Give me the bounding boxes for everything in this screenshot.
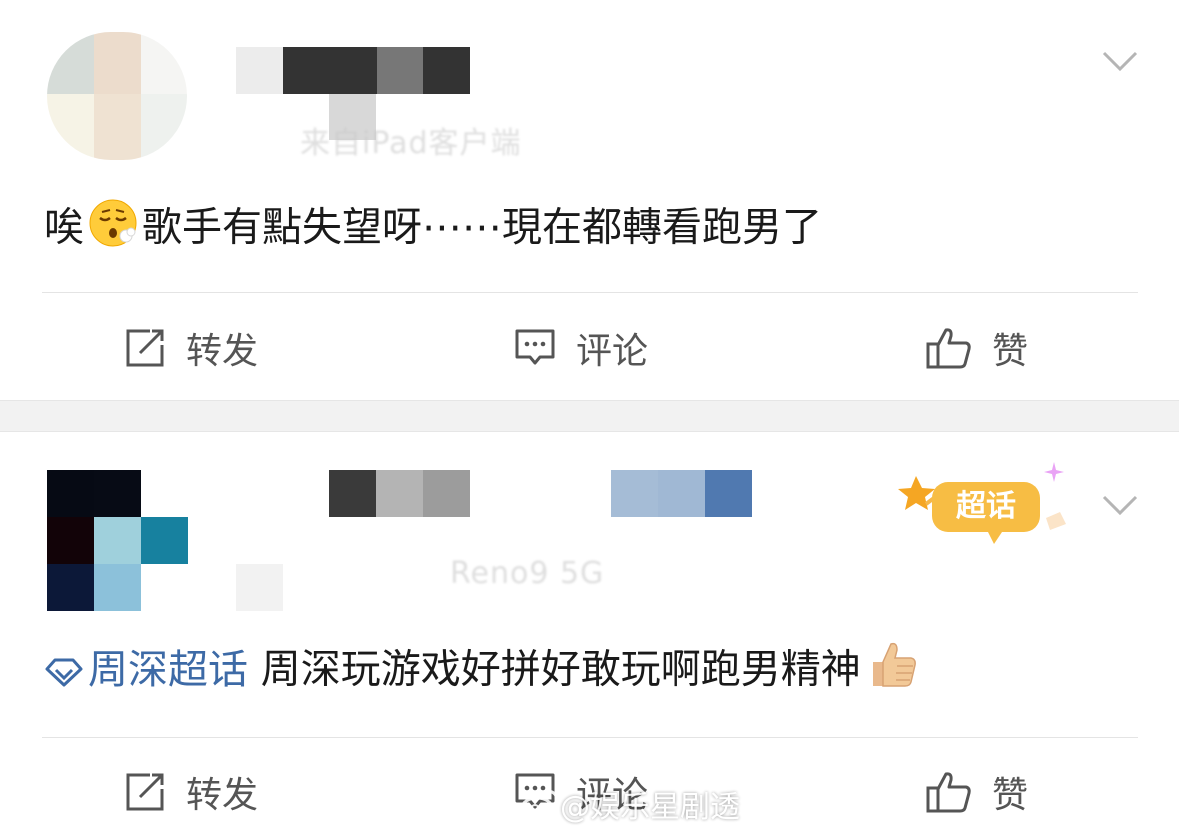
comment-body: 周深玩游戏好拼好敢玩啊跑男精神 [260,646,861,693]
face-exhaling-emoji [88,198,138,261]
post-meta: 来自iPad客户端 [300,126,522,161]
super-topic-link[interactable]: 周深超话 [44,647,248,693]
repost-icon [126,329,164,367]
badge-label: 超话 [956,489,1016,524]
comment-card-1: 来自iPad客户端 唉 歌手有點失望呀⋯⋯現在都轉看跑男了 转发 评论 赞 [0,0,1179,400]
card-divider [0,400,1179,432]
super-topic-diamond-icon [45,658,83,686]
chevron-down-icon[interactable] [1102,494,1138,516]
repost-icon [126,773,164,811]
separator [42,737,1138,738]
like-button[interactable]: 赞 [926,322,1028,374]
thumbs-up-icon [926,328,971,369]
thumbs-up-emoji [865,640,917,703]
comment-button[interactable]: 评论 [514,322,648,374]
post-meta: Reno9 5G [450,556,605,591]
comment-label: 评论 [576,331,649,372]
like-button[interactable]: 赞 [926,766,1028,818]
avatar[interactable] [47,470,188,611]
like-label: 赞 [992,775,1029,816]
repost-button[interactable]: 转发 [124,766,258,818]
super-topic-badge[interactable]: 超话 [898,460,1078,552]
super-topic-label: 周深超话 [88,646,248,693]
weibo-logo-icon [520,789,559,820]
thumbs-up-icon [926,772,971,813]
comment-text: 周深超话 周深玩游戏好拼好敢玩啊跑男精神 [44,640,921,703]
comment-icon [515,329,555,365]
separator [42,292,1138,293]
repost-button[interactable]: 转发 [124,322,258,374]
like-label: 赞 [992,331,1029,372]
watermark-text: @娱乐星剧透 [560,790,740,825]
repost-label: 转发 [186,331,259,372]
watermark: @娱乐星剧透 [520,782,740,826]
repost-label: 转发 [186,775,259,816]
avatar[interactable] [47,32,187,160]
comment-text: 唉 歌手有點失望呀⋯⋯現在都轉看跑男了 [44,198,822,261]
chevron-down-icon[interactable] [1102,50,1138,72]
